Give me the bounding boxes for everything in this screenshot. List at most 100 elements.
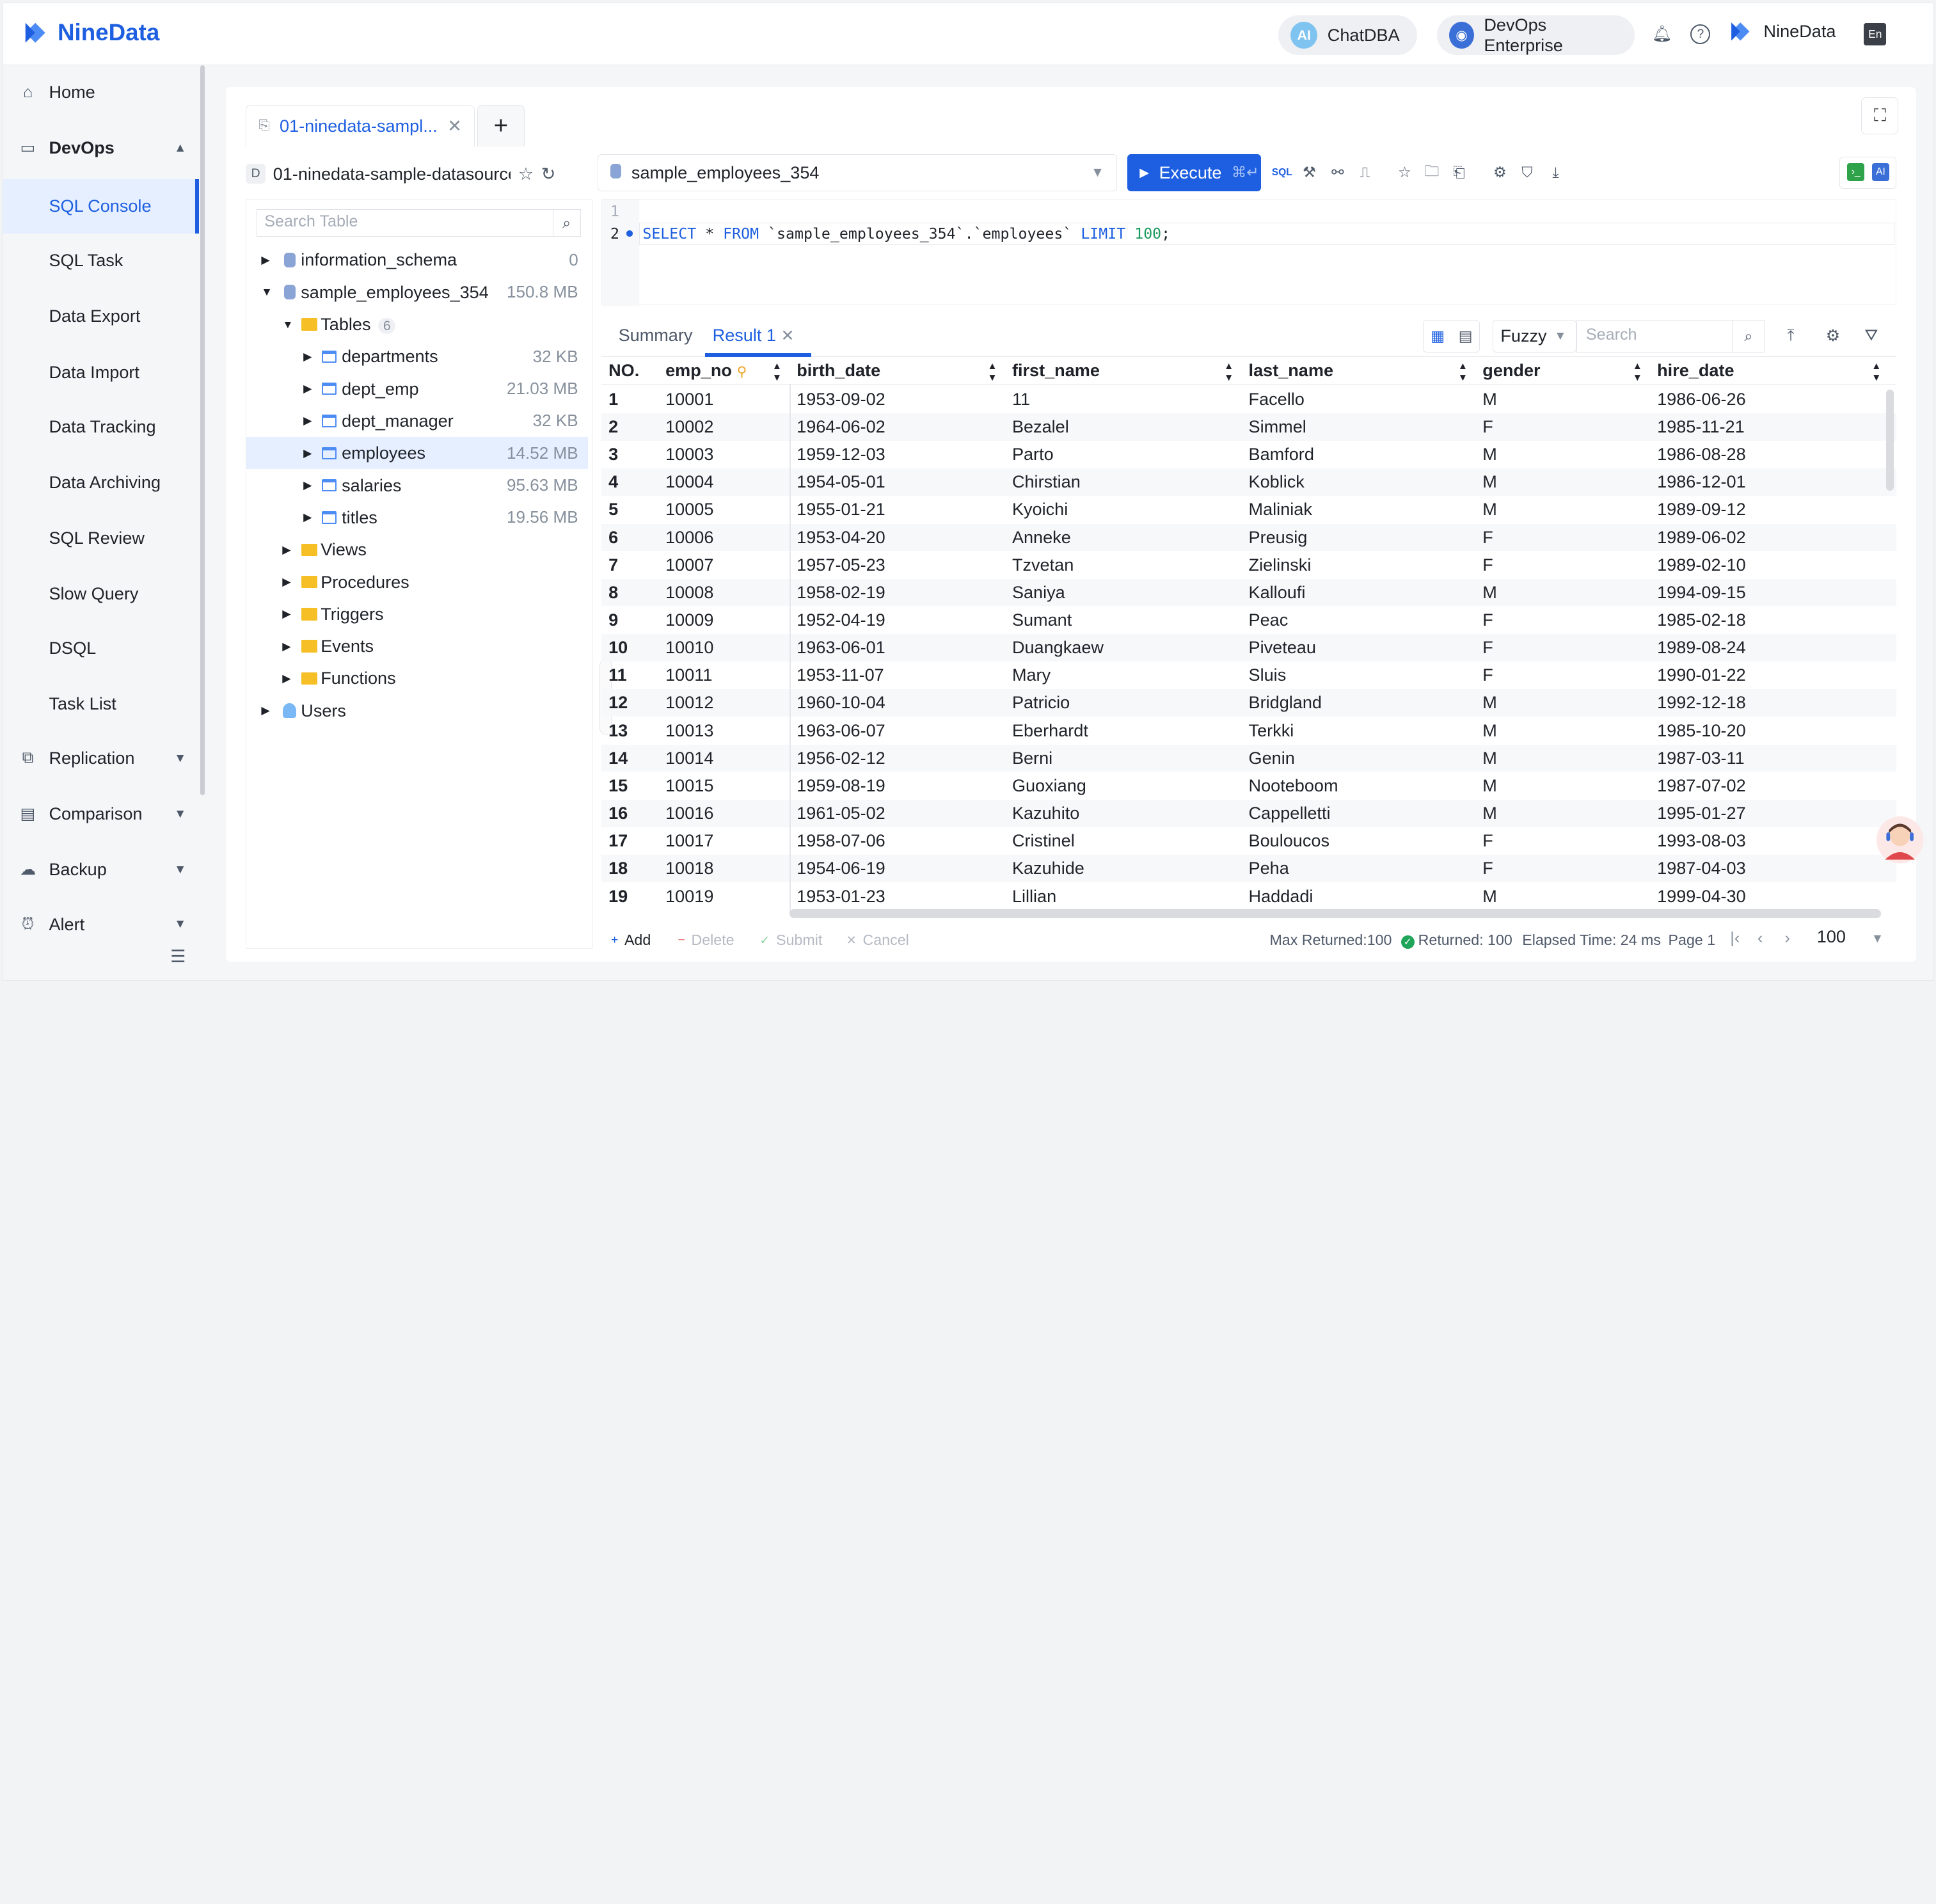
table-row[interactable]: 11 10011 1953-11-07 Mary Sluis F 1990-01-22 (601, 662, 1896, 689)
table-cell[interactable]: 10009 (658, 607, 789, 634)
explain-icon[interactable]: ⚯ (1328, 163, 1347, 182)
table-cell[interactable]: 1992-12-18 (1650, 689, 1889, 717)
table-row[interactable]: 16 10016 1961-05-02 Kazuhito Cappelletti M 199… (601, 800, 1896, 827)
table-row[interactable]: 9 10009 1952-04-19 Sumant Peac F 1985-02-18 (601, 607, 1896, 634)
table-cell[interactable]: F (1475, 827, 1650, 855)
tree-node-titles[interactable]: ▶ titles 19.56 MB (246, 502, 588, 534)
table-row[interactable]: 1 10001 1953-09-02 11 Facello M 1986-06-26 (601, 386, 1896, 413)
next-page-icon[interactable]: › (1784, 929, 1789, 948)
close-icon[interactable]: ✕ (781, 327, 795, 345)
security-icon[interactable]: ⛉ (1517, 163, 1537, 182)
table-row[interactable]: 15 10015 1959-08-19 Guoxiang Nooteboom M 1987-… (601, 772, 1896, 800)
table-row[interactable]: 17 10017 1958-07-06 Cristinel Bouloucos F 1993… (601, 827, 1896, 855)
table-cell[interactable]: M (1475, 468, 1650, 496)
tree-node-users[interactable]: ▶ Users (246, 695, 588, 727)
language-icon[interactable]: En (1864, 22, 1887, 45)
table-cell[interactable]: Peac (1241, 607, 1475, 634)
table-cell[interactable]: F (1475, 634, 1650, 662)
nav-data-export[interactable]: Data Export (3, 289, 199, 344)
table-cell[interactable]: 11 (1004, 386, 1241, 413)
table-cell[interactable]: 10018 (658, 855, 789, 882)
tree-node-departments[interactable]: ▶ departments 32 KB (246, 340, 588, 372)
table-cell[interactable]: M (1475, 717, 1650, 745)
nav-devops[interactable]: ▭ DevOps ▲ (3, 121, 199, 175)
table-cell[interactable]: 10007 (658, 551, 789, 579)
add-tab-button[interactable]: + (477, 104, 525, 147)
tree-node-information-schema[interactable]: ▶ information_schema 0 (246, 244, 588, 276)
table-cell[interactable]: Genin (1241, 745, 1475, 772)
table-cell[interactable]: M (1475, 579, 1650, 607)
table-cell[interactable]: Anneke (1004, 524, 1241, 551)
table-row[interactable]: 14 10014 1956-02-12 Berni Genin M 1987-03-11 (601, 744, 1896, 772)
submit-button[interactable]: ✓ Submit (759, 932, 822, 949)
nav-sql-task[interactable]: SQL Task (3, 234, 199, 288)
table-row[interactable]: 3 10003 1959-12-03 Parto Bamford M 1986-08-28 (601, 441, 1896, 468)
table-cell[interactable]: Haddadi (1241, 883, 1475, 910)
chatdba-button[interactable]: AI ChatDBA (1278, 15, 1417, 56)
table-cell[interactable]: Terkki (1241, 717, 1475, 745)
table-cell[interactable]: Cappelletti (1241, 800, 1475, 827)
star-icon[interactable]: ☆ (518, 164, 534, 184)
refresh-icon[interactable]: ↻ (541, 164, 556, 184)
grid-view-icon[interactable]: ▦ (1424, 321, 1452, 351)
table-cell[interactable]: 1989-08-24 (1650, 634, 1889, 662)
table-row[interactable]: 18 10018 1954-06-19 Kazuhide Peha F 1987-04-03 (601, 855, 1896, 882)
terminal-icon[interactable]: ›_ (1847, 163, 1865, 181)
table-cell[interactable]: 1986-08-28 (1650, 441, 1889, 468)
prev-page-icon[interactable]: ‹ (1757, 929, 1763, 948)
table-cell[interactable]: 10002 (658, 413, 789, 441)
column-header[interactable]: birth_date ▲ ▼ (789, 357, 1005, 385)
table-cell[interactable]: Bridgland (1241, 689, 1475, 717)
table-cell[interactable]: F (1475, 855, 1650, 882)
sort-icon[interactable]: ▲ ▼ (1458, 361, 1468, 383)
table-cell[interactable]: 1999-04-30 (1650, 883, 1889, 910)
table-cell[interactable]: 1952-04-19 (789, 607, 1005, 634)
table-cell[interactable]: Nooteboom (1241, 772, 1475, 800)
query-tab[interactable]: ⎘ 01-ninedata-sampl... ✕ (246, 104, 475, 147)
table-cell[interactable]: Berni (1004, 745, 1241, 772)
nav-sql-console[interactable]: SQL Console (3, 178, 199, 234)
table-cell[interactable]: F (1475, 551, 1650, 579)
table-cell[interactable]: Chirstian (1004, 468, 1241, 496)
search-icon[interactable]: ⌕ (1733, 320, 1765, 353)
table-cell[interactable]: Patricio (1004, 689, 1241, 717)
table-cell[interactable]: Cristinel (1004, 827, 1241, 855)
table-cell[interactable]: Kazuhide (1004, 855, 1241, 882)
column-header[interactable]: emp_no ⚲ ▲ ▼ (658, 357, 789, 385)
nav-data-import[interactable]: Data Import (3, 345, 199, 399)
match-mode-select[interactable]: Fuzzy ▼ (1492, 320, 1577, 353)
nav-replication[interactable]: ⧉ Replication ▼ (3, 731, 199, 786)
page-size-select[interactable]: 100 (1817, 926, 1846, 947)
nav-task-list[interactable]: Task List (3, 677, 199, 731)
result-search-input[interactable]: Search (1576, 320, 1733, 353)
paint-icon[interactable]: ⚒ (1299, 163, 1319, 182)
table-cell[interactable]: 1958-07-06 (789, 827, 1005, 855)
table-cell[interactable]: 1986-06-26 (1650, 386, 1889, 413)
sort-icon[interactable]: ▲ ▼ (1871, 361, 1881, 383)
sidebar-scrollbar[interactable] (200, 65, 205, 796)
table-cell[interactable]: Maliniak (1241, 496, 1475, 523)
database-select[interactable]: sample_employees_354 ▼ (597, 154, 1118, 191)
tree-node-views[interactable]: ▶ Views (246, 534, 588, 566)
collapse-sidebar-icon[interactable]: ☰ (170, 946, 186, 967)
table-cell[interactable]: 1959-12-03 (789, 441, 1005, 468)
support-avatar-icon[interactable] (1875, 815, 1924, 864)
sort-icon[interactable]: ▲ ▼ (1224, 361, 1234, 383)
table-cell[interactable]: Piveteau (1241, 634, 1475, 662)
table-row[interactable]: 2 10002 1964-06-02 Bezalel Simmel F 1985-11-21 (601, 413, 1896, 441)
table-cell[interactable]: 1963-06-07 (789, 717, 1005, 745)
table-row[interactable]: 6 10006 1953-04-20 Anneke Preusig F 1989-06-02 (601, 523, 1896, 551)
first-page-icon[interactable]: |‹ (1730, 929, 1740, 948)
tree-node-sample-employees[interactable]: ▼ sample_employees_354 150.8 MB (246, 276, 588, 308)
table-cell[interactable]: 1954-05-01 (789, 468, 1005, 496)
table-cell[interactable]: Preusig (1241, 524, 1475, 551)
table-cell[interactable]: 10017 (658, 827, 789, 855)
nav-sql-review[interactable]: SQL Review (3, 511, 199, 565)
tree-node-functions[interactable]: ▶ Functions (246, 662, 588, 694)
table-cell[interactable]: 10013 (658, 717, 789, 745)
tree-node-dept-emp[interactable]: ▶ dept_emp 21.03 MB (246, 373, 588, 405)
tree-node-employees[interactable]: ▶ employees 14.52 MB (246, 437, 589, 470)
table-cell[interactable]: F (1475, 607, 1650, 634)
table-cell[interactable]: Sluis (1241, 662, 1475, 689)
table-cell[interactable]: 1994-09-15 (1650, 579, 1889, 607)
